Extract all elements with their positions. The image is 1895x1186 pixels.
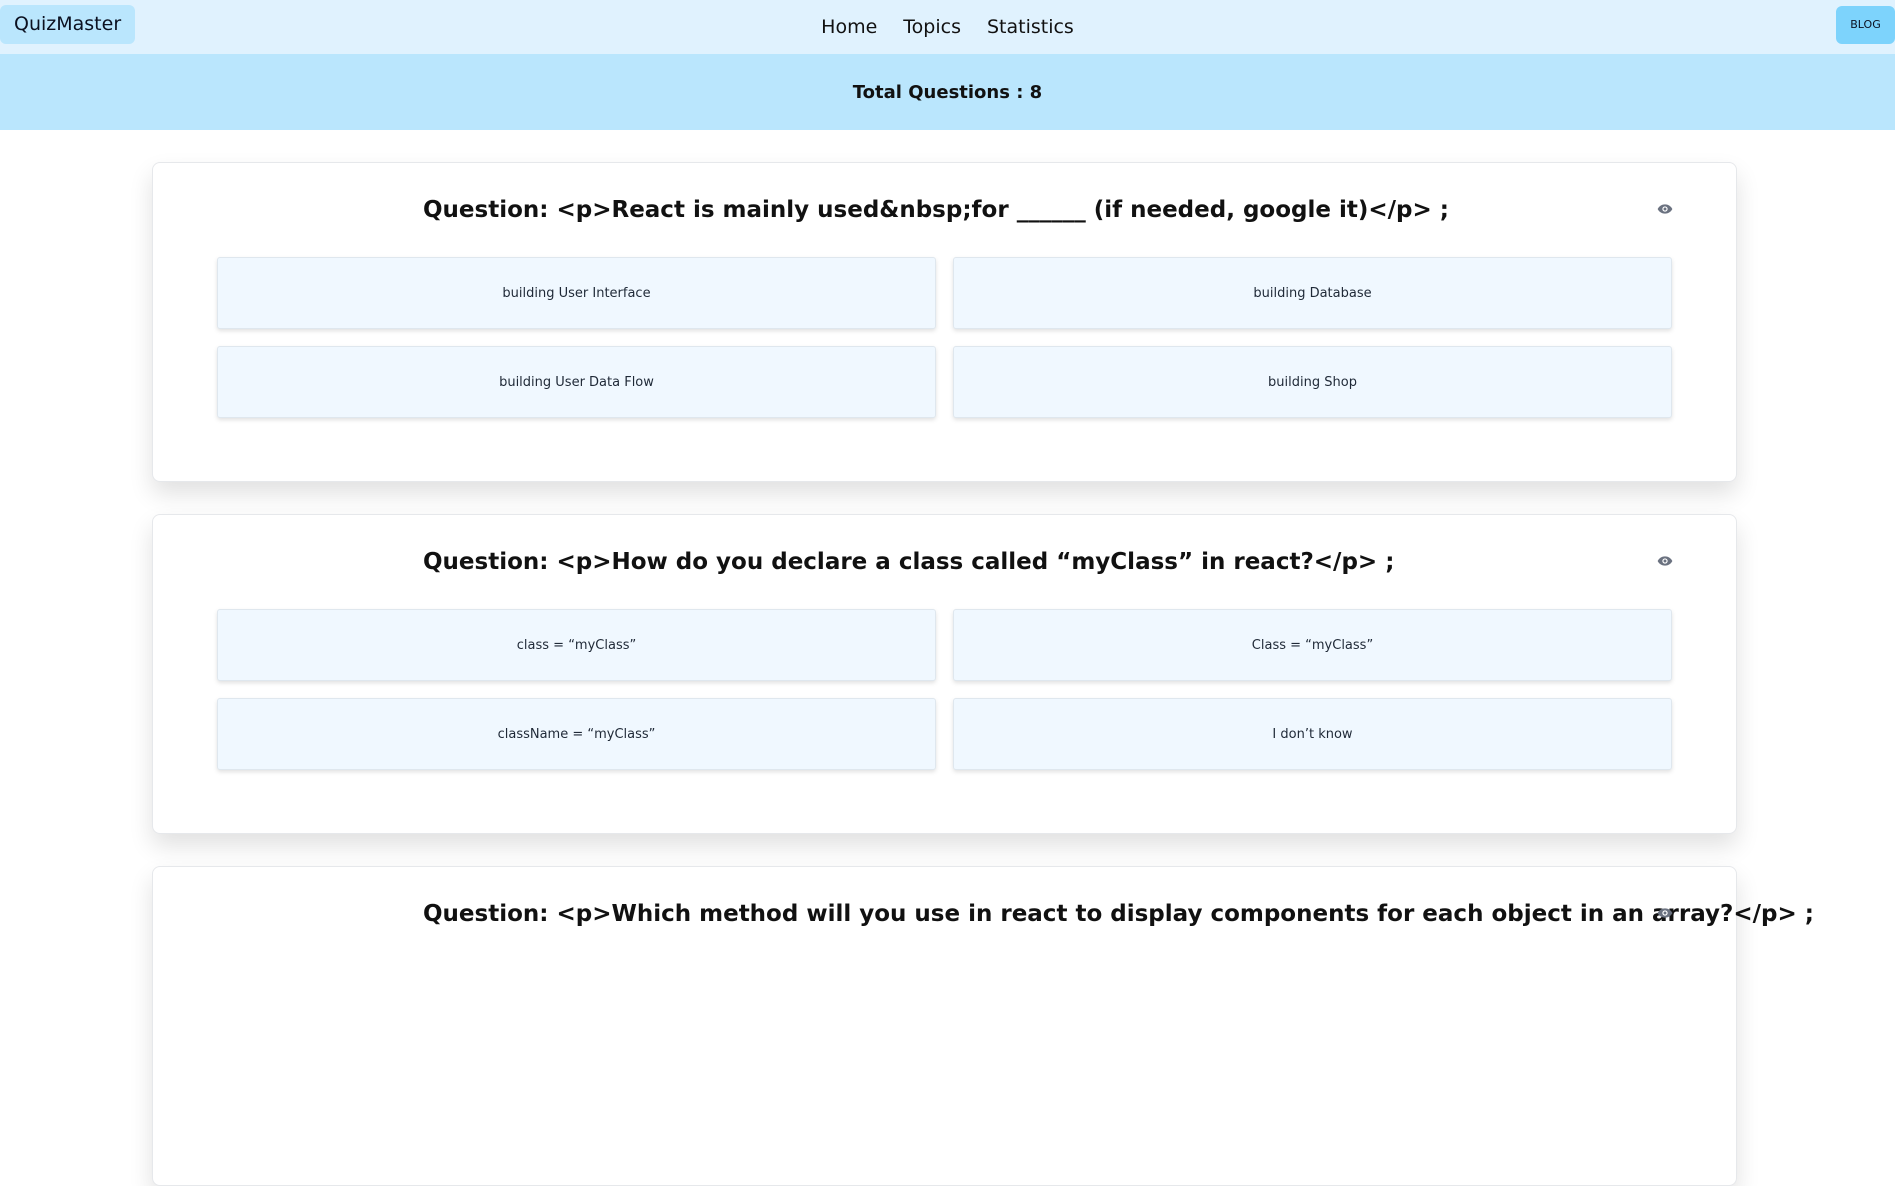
option-button[interactable]: I don’t know — [953, 698, 1672, 770]
option-button[interactable]: building Database — [953, 257, 1672, 329]
option-button[interactable]: building Shop — [953, 346, 1672, 418]
options-grid: building User Interface building Databas… — [217, 257, 1672, 418]
option-button[interactable]: className = “myClass” — [217, 698, 936, 770]
eye-icon[interactable] — [1655, 553, 1675, 569]
question-card: Question: <p>React is mainly used&nbsp;f… — [152, 162, 1737, 482]
option-button[interactable]: building User Data Flow — [217, 346, 936, 418]
question-card: Question: <p>How do you declare a class … — [152, 514, 1737, 834]
question-card: Question: <p>Which method will you use i… — [152, 866, 1814, 1186]
options-grid: class = “myClass” Class = “myClass” clas… — [217, 609, 1672, 770]
option-button[interactable]: Class = “myClass” — [953, 609, 1672, 681]
nav-link-statistics[interactable]: Statistics — [987, 16, 1074, 38]
total-questions-banner: Total Questions : 8 — [0, 54, 1895, 130]
nav-link-home[interactable]: Home — [821, 16, 877, 38]
blog-button[interactable]: BLOG — [1836, 6, 1895, 44]
brand-logo[interactable]: QuizMaster — [0, 5, 136, 44]
nav-links: Home Topics Statistics — [0, 0, 1895, 54]
eye-icon[interactable] — [1655, 905, 1675, 921]
question-title: Question: <p>Which method will you use i… — [423, 901, 1814, 927]
option-button[interactable]: class = “myClass” — [217, 609, 936, 681]
question-title: Question: <p>React is mainly used&nbsp;f… — [423, 197, 1449, 223]
navbar: QuizMaster Home Topics Statistics BLOG — [0, 0, 1895, 54]
nav-link-topics[interactable]: Topics — [903, 16, 961, 38]
question-title: Question: <p>How do you declare a class … — [423, 549, 1395, 575]
total-questions-label: Total Questions : 8 — [852, 81, 1043, 103]
option-button[interactable]: building User Interface — [217, 257, 936, 329]
eye-icon[interactable] — [1655, 201, 1675, 217]
